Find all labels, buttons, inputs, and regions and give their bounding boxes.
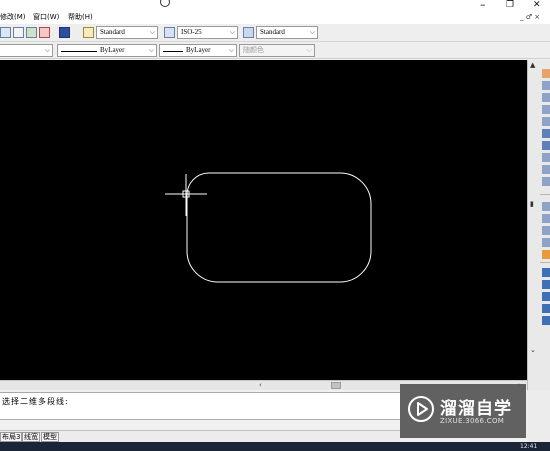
toolbar-separator — [540, 194, 550, 195]
color-select[interactable]: ⌵ — [0, 44, 53, 57]
scale-icon[interactable] — [542, 153, 550, 162]
taskbar-clock: 12:41 — [520, 443, 538, 450]
plot-style-select[interactable]: 随颜色 ⌵ — [239, 44, 315, 57]
lineweight-toggle[interactable]: 线宽 — [22, 432, 40, 442]
dimension-style-value: ISO-25 — [181, 28, 202, 36]
close-button[interactable]: ✕ — [533, 0, 541, 10]
chevron-down-icon: ⌵ — [228, 46, 234, 54]
lineweight-value: ByLayer — [186, 46, 211, 54]
chevron-down-icon: ⌵ — [44, 46, 50, 54]
plot-style-value: 随颜色 — [243, 46, 264, 54]
table-style-value: Standard — [260, 28, 285, 36]
document-controls[interactable]: _ ♂ × — [520, 13, 540, 21]
match-properties-icon[interactable] — [13, 27, 24, 38]
table-style-icon[interactable] — [243, 27, 254, 38]
properties-icon[interactable] — [0, 27, 11, 38]
bring-above-icon[interactable] — [542, 304, 550, 313]
linetype-value: ByLayer — [100, 46, 125, 54]
styles-toolbar: Standard ⌵ ISO-25 ⌵ Standard ⌵ — [0, 24, 550, 42]
array-icon[interactable] — [542, 117, 550, 126]
lineweight-select[interactable]: ByLayer ⌵ — [159, 44, 237, 57]
draw-order-icon[interactable] — [542, 268, 550, 277]
scroll-thumb[interactable]: ▮ — [530, 200, 538, 208]
status-tray — [527, 430, 550, 442]
menu-help[interactable]: 帮助(H) — [68, 12, 93, 22]
command-line[interactable]: 选择二维多段线: — [0, 392, 400, 420]
trim-icon[interactable] — [542, 177, 550, 186]
send-under-icon[interactable] — [542, 316, 550, 325]
properties-toolbar: ⌵ ByLayer ⌵ ByLayer ⌵ 随颜色 ⌵ — [0, 42, 550, 59]
chevron-down-icon: ⌵ — [229, 28, 235, 36]
command-prompt: 选择二维多段线: — [2, 397, 69, 406]
chevron-down-icon: ⌵ — [306, 46, 312, 54]
stretch-icon[interactable] — [542, 165, 550, 174]
send-to-back-icon[interactable] — [542, 292, 550, 301]
status-bar: 布局3 线宽 模型 — [0, 430, 400, 442]
scroll-thumb[interactable] — [331, 382, 341, 389]
design-center-icon[interactable] — [26, 27, 37, 38]
modify-toolbar: ▲ ▮ ⌄ — [527, 60, 550, 394]
scroll-up-icon[interactable]: ▲ — [530, 61, 538, 69]
chevron-down-icon: ⌵ — [148, 46, 154, 54]
offset-icon[interactable] — [542, 105, 550, 114]
erase-icon[interactable] — [542, 69, 550, 78]
help-icon[interactable] — [59, 27, 70, 38]
dimension-style-select[interactable]: ISO-25 ⌵ — [177, 26, 238, 39]
restore-button[interactable]: ❐ — [506, 0, 514, 10]
move-icon[interactable] — [542, 129, 550, 138]
linetype-select[interactable]: ByLayer ⌵ — [57, 44, 157, 57]
play-logo-icon — [408, 396, 434, 422]
menu-window[interactable]: 窗口(W) — [33, 12, 59, 22]
fillet-icon[interactable] — [542, 238, 550, 247]
toolbar-separator — [540, 262, 550, 263]
command-side-panel — [527, 390, 550, 430]
watermark-url: ZIXUE.3066.COM — [440, 417, 505, 425]
text-style-value: Standard — [100, 28, 125, 36]
extend-icon[interactable] — [542, 202, 550, 211]
scroll-left-icon[interactable]: ‹ — [259, 381, 262, 389]
text-style-select[interactable]: Standard ⌵ — [96, 26, 158, 39]
layout-tab[interactable]: 布局3 — [0, 432, 23, 442]
mirror-icon[interactable] — [542, 93, 550, 102]
break-icon[interactable] — [542, 214, 550, 223]
chamfer-icon[interactable] — [542, 226, 550, 235]
chevron-down-icon: ⌵ — [149, 28, 155, 36]
bring-to-front-icon[interactable] — [542, 280, 550, 289]
circle-icon — [160, 0, 170, 7]
crosshair-cursor — [165, 174, 207, 216]
chevron-down-icon: ⌵ — [309, 28, 315, 36]
title-bar: – ❐ ✕ — [0, 0, 550, 11]
text-style-icon[interactable] — [83, 27, 94, 38]
rotate-icon[interactable] — [542, 141, 550, 150]
menu-modify[interactable]: 修改(M) — [0, 12, 26, 22]
drawing-canvas[interactable] — [0, 60, 527, 380]
watermark: 溜溜自学 ZIXUE.3066.COM — [400, 384, 526, 438]
model-toggle[interactable]: 模型 — [41, 432, 59, 442]
menu-bar: 修改(M) 窗口(W) 帮助(H) _ ♂ × — [0, 10, 550, 24]
scroll-down-icon[interactable]: ⌄ — [530, 346, 538, 354]
taskbar — [0, 442, 550, 451]
lineweight-sample — [163, 51, 183, 52]
tool-palette-icon[interactable] — [39, 27, 50, 38]
copy-icon[interactable] — [542, 81, 550, 90]
dimension-style-icon[interactable] — [164, 27, 175, 38]
rounded-rectangle-polyline[interactable] — [186, 172, 372, 283]
drawing-svg — [165, 172, 372, 283]
explode-icon[interactable] — [542, 250, 550, 259]
watermark-title: 溜溜自学 — [440, 399, 512, 419]
linetype-sample — [61, 51, 97, 52]
table-style-select[interactable]: Standard ⌵ — [256, 26, 318, 39]
